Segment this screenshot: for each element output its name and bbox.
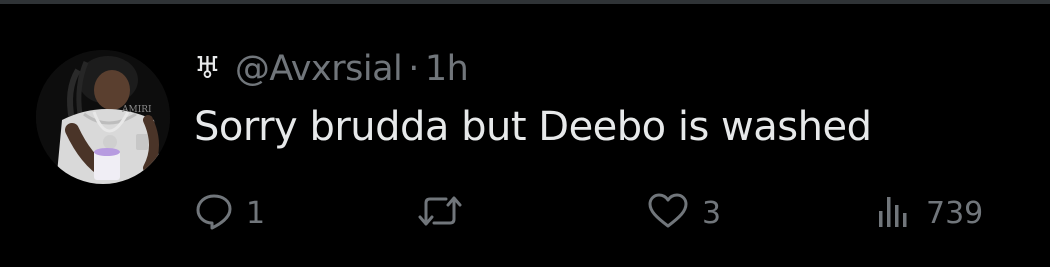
retweet-button[interactable] bbox=[416, 188, 476, 238]
like-button[interactable]: 3 bbox=[646, 188, 721, 238]
retweet-icon bbox=[416, 191, 464, 235]
avatar[interactable]: AMIRI bbox=[36, 50, 170, 184]
user-handle[interactable]: @Avxrsial bbox=[235, 49, 403, 89]
views-count: 739 bbox=[926, 195, 984, 231]
reply-count: 1 bbox=[246, 195, 266, 231]
views-button[interactable]: 739 bbox=[874, 188, 983, 238]
avatar-image: AMIRI bbox=[36, 50, 170, 184]
tweet-header: ♅ @Avxrsial · 1h bbox=[194, 44, 469, 94]
tweet-text: Sorry brudda but Deebo is washed bbox=[194, 104, 872, 150]
reply-button[interactable]: 1 bbox=[194, 188, 265, 238]
like-count: 3 bbox=[702, 195, 722, 231]
heart-icon bbox=[646, 191, 690, 235]
header-separator: · bbox=[408, 49, 419, 89]
reply-icon bbox=[194, 191, 234, 235]
action-bar: 1 3 739 bbox=[194, 188, 1014, 238]
display-name[interactable]: ♅ bbox=[194, 54, 221, 84]
top-divider bbox=[0, 0, 1050, 4]
views-icon bbox=[874, 191, 914, 235]
tweet-timestamp[interactable]: 1h bbox=[425, 49, 469, 89]
